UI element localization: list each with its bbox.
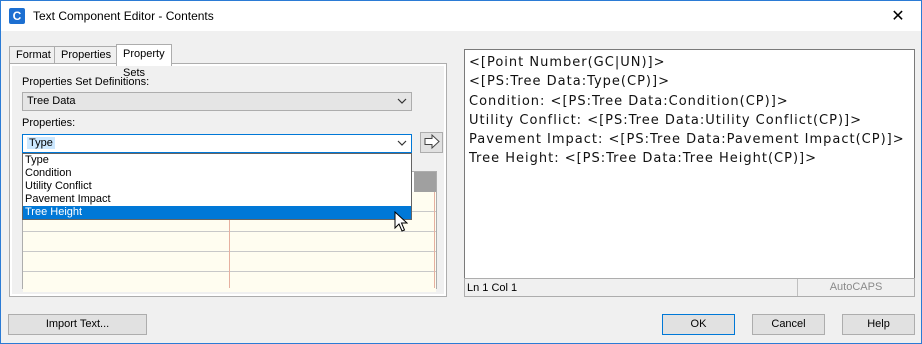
grid-header-cell xyxy=(414,172,436,192)
dropdown-option-utility-conflict[interactable]: Utility Conflict xyxy=(23,180,411,193)
help-button[interactable]: Help xyxy=(842,314,915,335)
editor-line: Tree Height: <[PS:Tree Data:Tree Height(… xyxy=(469,151,817,166)
close-icon[interactable]: ✕ xyxy=(885,5,911,27)
grid-column-divider xyxy=(434,192,435,288)
ok-button[interactable]: OK xyxy=(662,314,735,335)
dropdown-option-condition[interactable]: Condition xyxy=(23,167,411,180)
editor-line: <[Point Number(GC|UN)]> xyxy=(469,55,666,70)
tab-property-sets[interactable]: Property Sets xyxy=(116,44,172,79)
properties-combo[interactable]: Type xyxy=(22,134,412,153)
chevron-down-icon xyxy=(397,135,407,152)
cursor-position-status: Ln 1 Col 1 xyxy=(467,282,518,294)
contents-editor[interactable]: <[Point Number(GC|UN)]> <[PS:Tree Data:T… xyxy=(464,49,915,297)
psd-combo[interactable]: Tree Data xyxy=(22,92,412,111)
properties-value: Type xyxy=(27,137,55,149)
properties-label: Properties: xyxy=(22,117,76,129)
editor-line: Pavement Impact: <[PS:Tree Data:Pavement… xyxy=(469,132,905,147)
insert-property-button[interactable] xyxy=(420,132,443,153)
import-text-button[interactable]: Import Text... xyxy=(8,314,147,335)
chevron-down-icon xyxy=(397,93,407,110)
arrow-right-icon xyxy=(424,133,440,150)
editor-line: Condition: <[PS:Tree Data:Condition(CP)]… xyxy=(469,94,789,109)
psd-value: Tree Data xyxy=(27,95,76,107)
app-icon: C xyxy=(9,8,25,24)
window-title: Text Component Editor - Contents xyxy=(33,9,214,23)
dropdown-option-pavement-impact[interactable]: Pavement Impact xyxy=(23,193,411,206)
properties-dropdown-list: Type Condition Utility Conflict Pavement… xyxy=(22,153,412,220)
editor-line: <[PS:Tree Data:Type(CP)]> xyxy=(469,74,670,89)
editor-line: Utility Conflict: <[PS:Tree Data:Utility… xyxy=(469,113,862,128)
mouse-pointer-icon xyxy=(394,211,408,232)
editor-status-bar: Ln 1 Col 1 AutoCAPS xyxy=(464,278,915,297)
cancel-button[interactable]: Cancel xyxy=(752,314,825,335)
autocaps-status[interactable]: AutoCAPS xyxy=(797,279,914,296)
dropdown-option-tree-height[interactable]: Tree Height xyxy=(23,206,411,219)
dropdown-option-type[interactable]: Type xyxy=(23,154,411,167)
text-component-editor-window: C Text Component Editor - Contents ✕ For… xyxy=(0,0,922,344)
title-bar: C Text Component Editor - Contents ✕ xyxy=(1,1,921,31)
